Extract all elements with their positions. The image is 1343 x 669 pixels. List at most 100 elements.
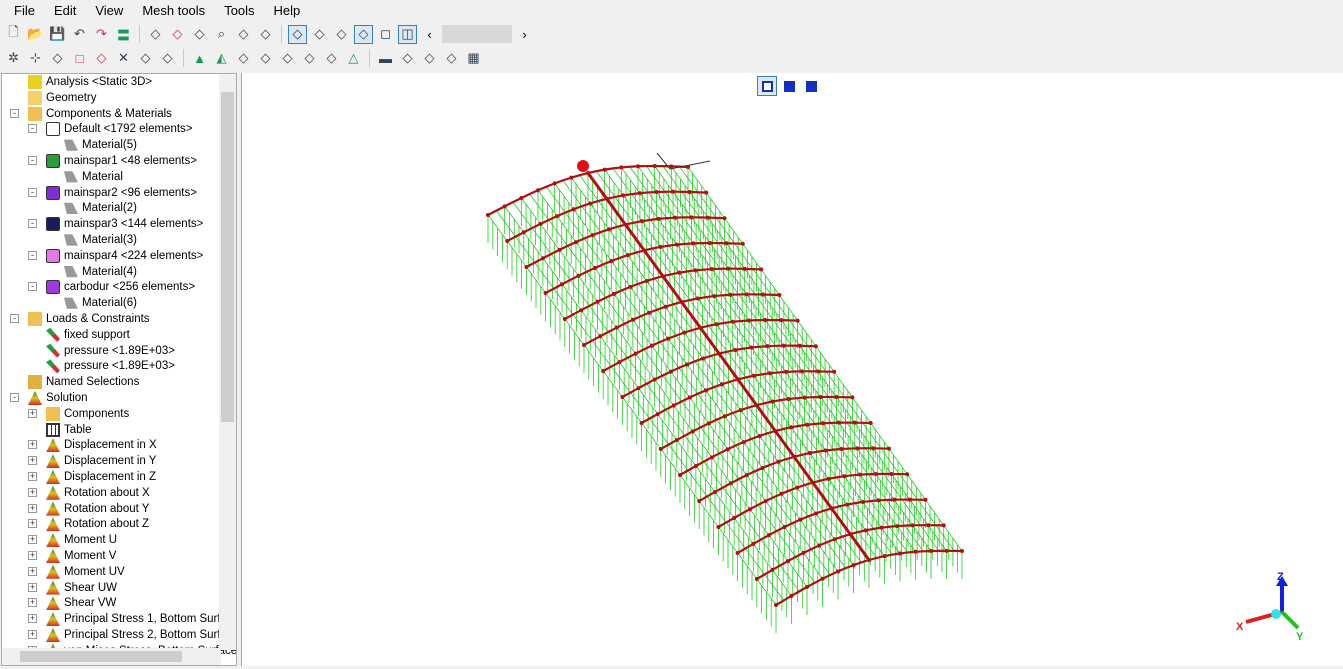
tree-item[interactable]: - mainspar4 <224 elements> [28, 248, 203, 264]
cube-red-icon[interactable]: ◇ [92, 49, 111, 68]
shaded-view-icon[interactable]: ◇ [332, 25, 351, 44]
tree-item[interactable]: Table [46, 422, 92, 438]
tree-item[interactable]: - mainspar1 <48 elements> [28, 153, 197, 169]
tree-item[interactable]: pressure <1.89E+03> [46, 343, 175, 359]
tree-item[interactable]: + Shear VW [28, 595, 116, 611]
points-icon[interactable]: ◇ [300, 49, 319, 68]
node-star-icon[interactable]: ✲ [4, 49, 23, 68]
tree-item[interactable]: - Default <1792 elements> [28, 121, 193, 137]
triangle-outline-icon[interactable]: △ [344, 49, 363, 68]
tree-vertical-scrollbar[interactable] [219, 74, 236, 650]
triangle-split-icon[interactable]: ◭ [212, 49, 231, 68]
expand-toggle[interactable]: + [28, 630, 37, 639]
scroll-right-button[interactable]: › [515, 25, 534, 44]
tree-item[interactable]: + Moment UV [28, 564, 125, 580]
expand-toggle[interactable]: + [28, 408, 37, 418]
save-icon[interactable]: 💾 [48, 25, 67, 44]
expand-toggle[interactable]: + [28, 456, 37, 466]
load-icon[interactable]: ◇ [234, 49, 253, 68]
plate-icon[interactable]: ◇ [354, 24, 373, 44]
split-icon[interactable]: ◇ [136, 49, 155, 68]
target-icon[interactable]: ◇ [256, 25, 275, 44]
menu-file[interactable]: File [14, 3, 44, 18]
tree-item[interactable]: Material [64, 169, 123, 185]
view-front-icon[interactable] [779, 76, 799, 96]
tree-item[interactable]: Geometry [28, 90, 97, 106]
transform-icon[interactable]: ◇ [322, 49, 341, 68]
undo-icon[interactable]: ↶ [70, 25, 89, 44]
line-icon[interactable]: ▬ [376, 49, 395, 68]
scroll-thumb[interactable] [20, 651, 182, 662]
tree-item[interactable]: + Moment V [28, 548, 116, 564]
square-icon[interactable]: □ [70, 49, 89, 68]
tree-item[interactable]: pressure <1.89E+03> [46, 358, 175, 374]
equals-icon[interactable]: 〓 [114, 25, 133, 44]
element-line-icon[interactable]: ◇ [48, 49, 67, 68]
view-iso-icon[interactable] [757, 76, 777, 96]
expand-toggle[interactable]: + [28, 472, 37, 481]
wire-view-icon[interactable]: ◇ [310, 25, 329, 44]
cube-icon[interactable]: ◻ [376, 25, 395, 44]
3d-viewport[interactable]: Z X Y [241, 73, 1343, 666]
tree-item[interactable]: Material(6) [64, 295, 137, 311]
grid-icon[interactable]: ▦ [464, 49, 483, 68]
scroll-thumb[interactable] [221, 92, 234, 422]
expand-toggle[interactable]: + [28, 598, 37, 608]
expand-toggle[interactable]: + [28, 535, 37, 545]
zoom-icon[interactable]: ⌕ [212, 25, 231, 44]
run-icon[interactable]: ◇ [234, 25, 253, 44]
tree-item[interactable]: - mainspar2 <96 elements> [28, 185, 197, 201]
collapse-toggle[interactable]: - [28, 187, 37, 197]
collapse-toggle[interactable]: - [28, 219, 37, 229]
menu-mesh-tools[interactable]: Mesh tools [142, 3, 214, 18]
fit-view-icon[interactable]: ◇ [190, 25, 209, 44]
tree-item[interactable]: Material(3) [64, 232, 137, 248]
collapse-toggle[interactable]: - [28, 282, 37, 292]
curve-icon[interactable]: ◇ [398, 49, 417, 68]
bowl-icon[interactable]: ◇ [420, 49, 439, 68]
expand-toggle[interactable]: + [28, 440, 37, 450]
collapse-toggle[interactable]: - [10, 393, 19, 402]
toolbar-scroll-track[interactable] [442, 25, 512, 43]
box-pink-icon[interactable]: ◇ [168, 25, 187, 44]
collapse-toggle[interactable]: - [10, 314, 19, 323]
tree-item[interactable]: Named Selections [28, 374, 139, 390]
scroll-left-button[interactable]: ‹ [420, 25, 439, 44]
tree-item[interactable]: + Displacement in X [28, 437, 157, 453]
new-file-icon[interactable]: 🗋 [4, 24, 23, 44]
render-icon[interactable]: ◇ [288, 24, 307, 44]
tree-item[interactable]: + Shear UW [28, 580, 117, 596]
expand-toggle[interactable]: + [28, 551, 37, 560]
expand-toggle[interactable]: + [28, 487, 37, 497]
expand-toggle[interactable]: + [28, 614, 37, 624]
tree-horizontal-scrollbar[interactable] [2, 648, 221, 665]
tree-item[interactable]: + Principal Stress 2, Bottom Surface [28, 627, 236, 643]
tree-item[interactable]: - mainspar3 <144 elements> [28, 216, 203, 232]
collapse-toggle[interactable]: - [10, 108, 19, 118]
branch-icon[interactable]: ◇ [278, 49, 297, 68]
redo-icon[interactable]: ↷ [92, 25, 111, 44]
view-back-icon[interactable] [801, 76, 821, 96]
menu-tools[interactable]: Tools [224, 3, 263, 18]
expand-toggle[interactable]: + [28, 503, 37, 513]
align-icon[interactable]: ◇ [158, 49, 177, 68]
triangle-add-icon[interactable]: ▲ [190, 49, 209, 68]
menu-view[interactable]: View [95, 3, 132, 18]
tree-item[interactable]: + Rotation about Y [28, 501, 149, 517]
expand-toggle[interactable]: + [28, 582, 37, 592]
collapse-toggle[interactable]: - [28, 250, 37, 260]
collapse-toggle[interactable]: - [28, 124, 37, 134]
tree-item[interactable]: - Components & Materials [10, 106, 172, 122]
node-box-icon[interactable]: ⊹ [26, 49, 45, 68]
lines-icon[interactable]: ◇ [442, 49, 461, 68]
tree-item[interactable]: + Components [28, 406, 129, 422]
cube-outline-icon[interactable]: ◫ [398, 24, 417, 44]
tree-item[interactable]: - Solution [10, 390, 88, 406]
tree-item[interactable]: + Principal Stress 1, Bottom Surface [28, 611, 236, 627]
tree-item[interactable]: + Moment U [28, 532, 117, 548]
tree-item[interactable]: + Displacement in Z [28, 469, 156, 485]
support-icon[interactable]: ◇ [256, 49, 275, 68]
tree-item[interactable]: + Rotation about X [28, 485, 150, 501]
collapse-toggle[interactable]: - [28, 156, 37, 165]
tree-item[interactable]: Material(4) [64, 264, 137, 280]
